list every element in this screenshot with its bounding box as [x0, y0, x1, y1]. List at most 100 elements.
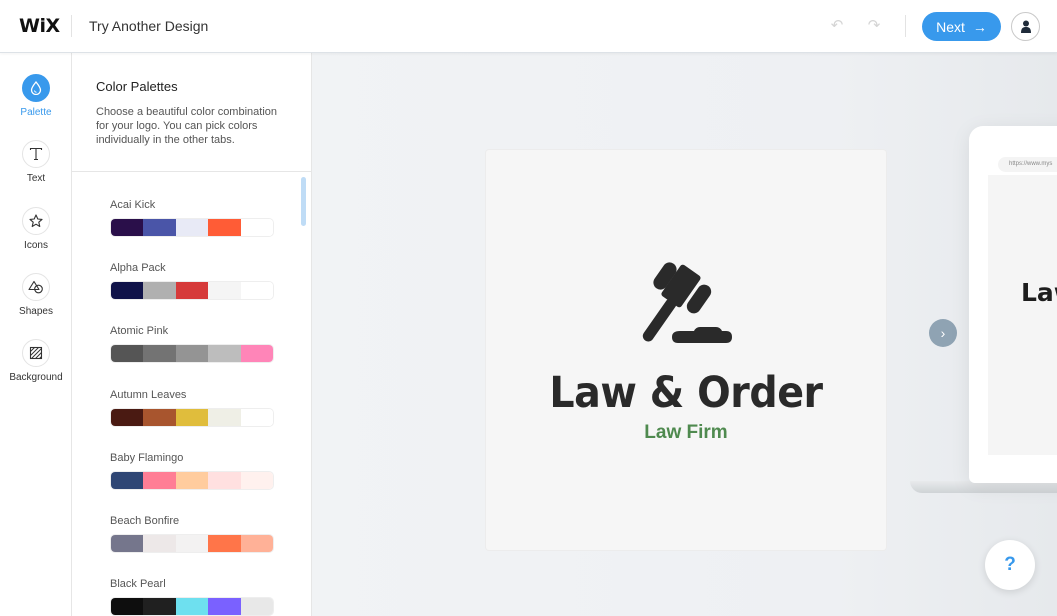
palette-swatches[interactable] [110, 218, 274, 237]
palette-name: Atomic Pink [110, 325, 169, 338]
help-button[interactable]: ? [985, 540, 1035, 590]
user-icon [1020, 20, 1031, 33]
rail-label: Palette [20, 107, 52, 118]
color-swatch [175, 345, 209, 363]
arrow-right-icon: → [972, 18, 987, 35]
star-icon [29, 214, 43, 228]
color-swatch [175, 471, 209, 489]
color-swatch [143, 282, 176, 300]
panel-description: Choose a beautiful color combination for… [96, 106, 278, 146]
next-design-button[interactable]: › [929, 319, 957, 347]
next-label: Next [936, 18, 965, 35]
color-swatch [111, 282, 144, 300]
mockup-screen [988, 175, 1057, 455]
tool-rail: Palette Text Icons Shapes Background [0, 53, 72, 616]
color-swatch [208, 471, 241, 489]
color-swatch [111, 598, 144, 616]
palette-name: Autumn Leaves [110, 388, 187, 401]
color-swatch [208, 282, 241, 300]
color-swatch [175, 219, 209, 236]
palette-item[interactable]: Black Pearl [110, 578, 275, 616]
color-swatch [111, 471, 144, 489]
color-swatch [175, 282, 209, 300]
color-swatch [240, 535, 273, 552]
next-button[interactable]: Next → [922, 12, 1001, 41]
palette-name: Acai Kick [110, 199, 156, 211]
redo-button[interactable]: ↷ [865, 17, 883, 35]
divider [71, 15, 72, 37]
rail-item-icons[interactable]: Icons [0, 207, 72, 251]
palette-swatches[interactable] [110, 470, 274, 490]
color-swatch [111, 535, 144, 552]
color-swatch [143, 219, 176, 236]
palette-item[interactable]: Alpha Pack [110, 262, 275, 301]
scrollbar-thumb[interactable] [301, 177, 306, 226]
preview-canvas: Law & Order Law Firm › https://www.mys L… [312, 53, 1057, 616]
color-swatch [240, 471, 273, 489]
palette-item[interactable]: Acai Kick [110, 199, 275, 237]
panel-title: Color Palettes [96, 79, 178, 94]
palette-item[interactable]: Beach Bonfire [110, 515, 275, 553]
mockup-logo-text: Law [1021, 278, 1057, 307]
color-swatch [143, 535, 176, 552]
wix-logo[interactable]: WiX [19, 15, 60, 37]
color-swatch [175, 598, 209, 616]
undo-icon: ↶ [830, 17, 844, 34]
help-icon: ? [1004, 554, 1016, 575]
color-swatch [143, 598, 176, 616]
color-swatch [111, 408, 144, 426]
color-swatch [240, 345, 273, 363]
logo-preview-card[interactable]: Law & Order Law Firm [486, 150, 886, 550]
palette-name: Beach Bonfire [110, 515, 180, 527]
palette-swatches[interactable] [110, 597, 274, 616]
color-swatch [208, 598, 241, 616]
palette-swatches[interactable] [110, 344, 274, 364]
top-bar: WiX Try Another Design ↶ ↷ Next → [0, 0, 1057, 53]
color-palettes-panel: Color Palettes Choose a beautiful color … [72, 53, 312, 616]
rail-label: Shapes [19, 306, 53, 317]
website-mockup: https://www.mys Law [969, 126, 1057, 483]
color-swatch [143, 408, 176, 426]
rail-label: Text [26, 173, 46, 184]
palette-name: Baby Flamingo [110, 451, 184, 464]
rail-item-shapes[interactable]: Shapes [0, 273, 72, 317]
color-swatch [111, 345, 144, 363]
color-swatch [208, 345, 241, 363]
palette-swatches[interactable] [110, 281, 274, 301]
redo-icon: ↷ [867, 17, 881, 34]
color-swatch [111, 219, 144, 236]
color-swatch [208, 535, 241, 552]
color-swatch [240, 282, 273, 300]
palette-swatches[interactable] [110, 534, 274, 553]
color-swatch [143, 345, 176, 363]
palette-name: Alpha Pack [110, 262, 166, 275]
rail-label: Icons [24, 240, 48, 251]
undo-button[interactable]: ↶ [828, 17, 846, 35]
user-account-button[interactable] [1011, 12, 1040, 41]
text-icon [29, 147, 43, 161]
palette-item[interactable]: Baby Flamingo [110, 452, 275, 490]
rail-item-background[interactable]: Background [0, 339, 72, 383]
divider [905, 15, 906, 37]
color-swatch [143, 471, 176, 489]
shapes-icon [28, 280, 43, 294]
mockup-url-bar: https://www.mys [998, 157, 1057, 172]
palette-item[interactable]: Autumn Leaves [110, 389, 275, 427]
rail-item-palette[interactable]: Palette [0, 74, 72, 118]
background-hatch-icon [29, 346, 43, 360]
palette-drop-icon [30, 81, 42, 95]
palette-swatches[interactable] [110, 407, 274, 427]
palette-item[interactable]: Atomic Pink [110, 325, 275, 364]
rail-item-text[interactable]: Text [0, 140, 72, 184]
color-swatch [175, 408, 209, 426]
gavel-icon [642, 262, 732, 343]
color-swatch [240, 408, 273, 426]
logo-title-text: Law & Order [549, 368, 823, 418]
color-swatch [208, 219, 241, 236]
color-swatch [240, 219, 273, 236]
page-title: Try Another Design [89, 18, 209, 34]
rail-label: Background [9, 372, 63, 383]
chevron-right-icon: › [940, 325, 946, 341]
logo-subtitle-text: Law Firm [644, 422, 728, 443]
palette-list: Acai Kick Alpha Pack Atomic Pink Autumn Lea… [72, 172, 312, 616]
